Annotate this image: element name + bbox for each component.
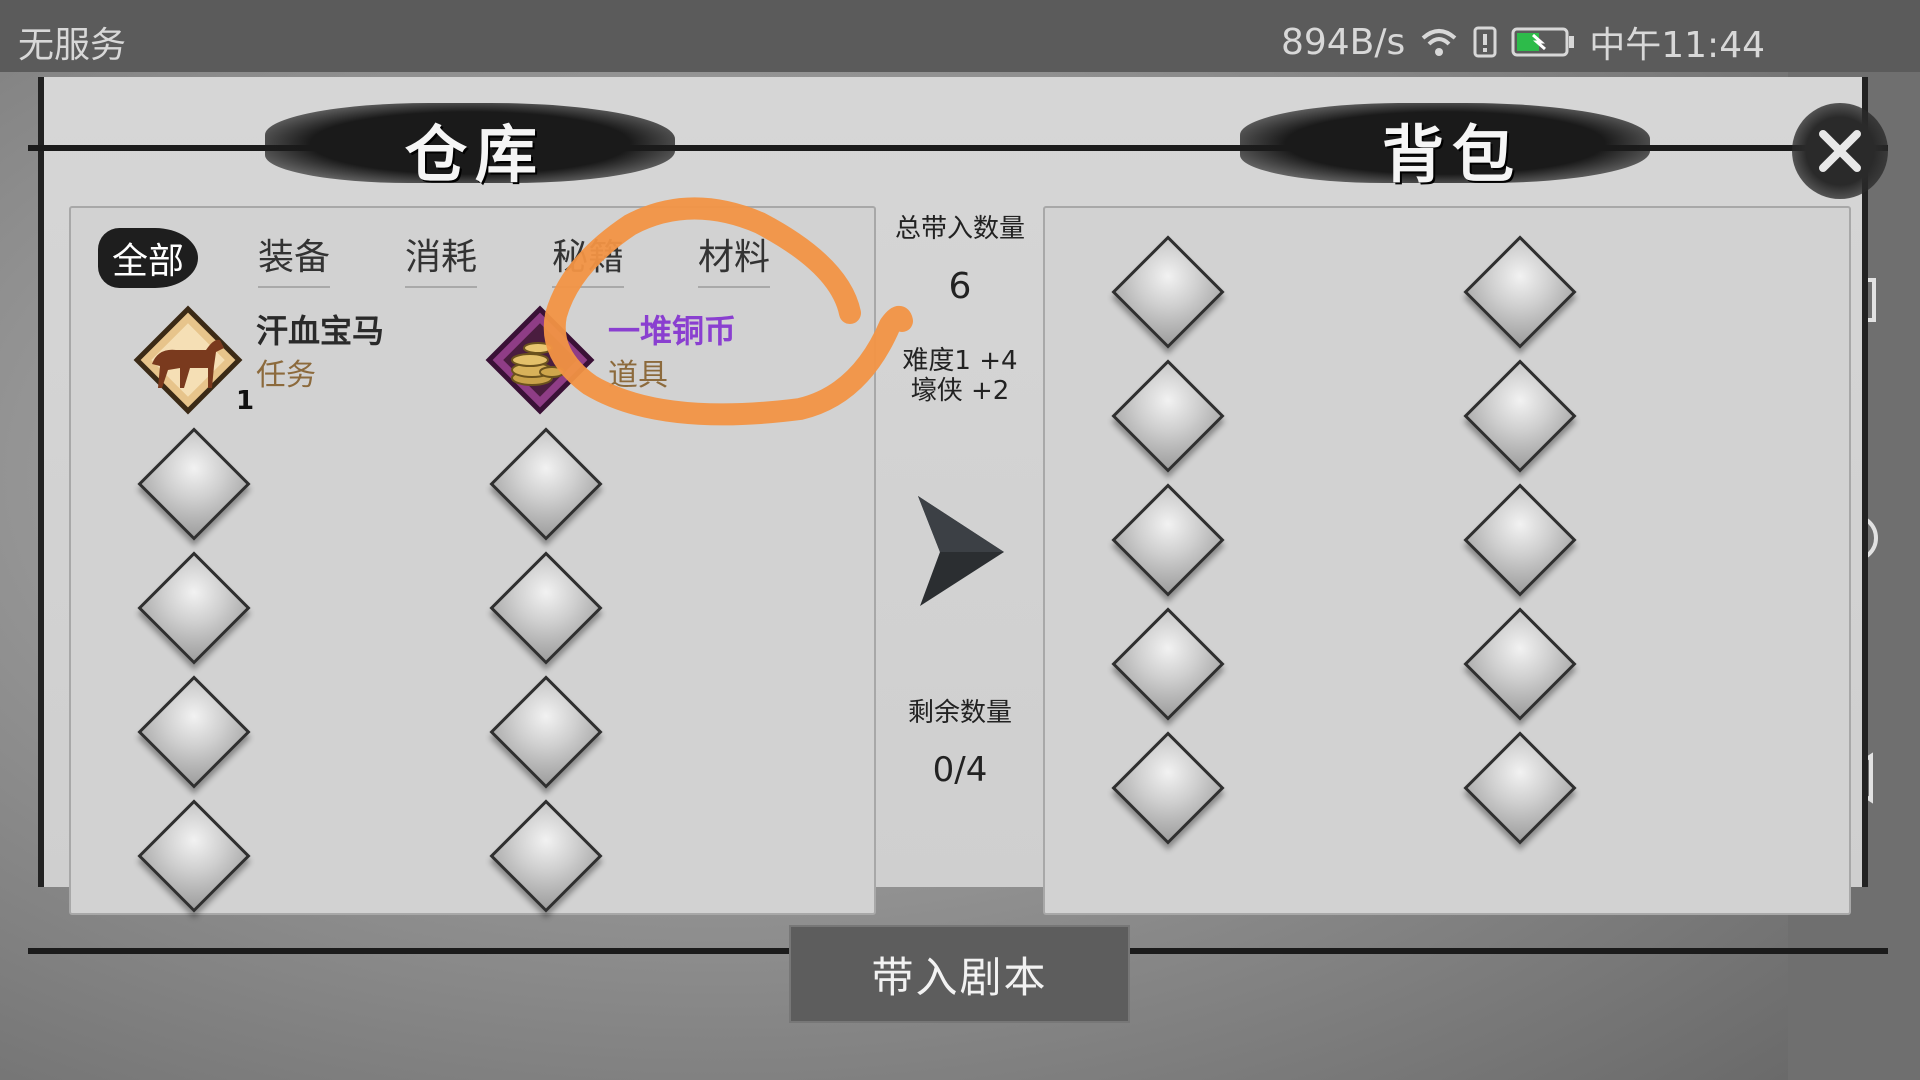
warehouse-empty-slot[interactable] — [134, 796, 254, 916]
item-count: 1 — [236, 386, 255, 416]
backpack-empty-slot[interactable] — [1108, 480, 1228, 600]
close-icon — [1819, 130, 1861, 172]
total-carry-label: 总带入数量 — [894, 214, 1025, 244]
backpack-empty-slot[interactable] — [1108, 356, 1228, 476]
backpack-empty-slot[interactable] — [1460, 356, 1580, 476]
net-speed: 894B/s — [1280, 21, 1406, 63]
remaining-label: 剩余数量 — [907, 698, 1012, 728]
warehouse-empty-slot[interactable] — [134, 424, 254, 544]
warehouse-empty-slot[interactable] — [134, 672, 254, 792]
tab-consumables[interactable]: 消耗 — [405, 228, 478, 288]
item-type: 任务 — [256, 358, 316, 393]
warehouse-item-horse[interactable]: 1 汗血宝马 任务 — [128, 300, 458, 420]
backpack-title: 背包 — [1382, 118, 1523, 191]
warehouse-empty-slot[interactable] — [486, 796, 606, 916]
transfer-arrow-icon — [918, 496, 1004, 606]
tab-all[interactable]: 全部 — [98, 228, 199, 288]
backpack-empty-slot[interactable] — [1460, 480, 1580, 600]
carrier-text: 无服务 — [18, 25, 127, 66]
warehouse-empty-slot[interactable] — [486, 424, 606, 544]
item-name: 汗血宝马 — [256, 312, 385, 350]
backpack-empty-slot[interactable] — [1460, 232, 1580, 352]
battery-icon — [1511, 27, 1575, 57]
annotation-scribble — [543, 197, 913, 426]
bring-into-scenario-button[interactable]: 带入剧本 — [789, 925, 1130, 1023]
close-button[interactable] — [1792, 103, 1888, 199]
warehouse-title: 仓库 — [405, 118, 546, 191]
tab-equipment[interactable]: 装备 — [258, 228, 331, 288]
warehouse-empty-slot[interactable] — [486, 548, 606, 668]
status-right: 894B/s 中午11:44 — [1281, 16, 1765, 68]
bonus-line: 壕侠 +2 — [910, 376, 1010, 406]
backpack-empty-slot[interactable] — [1460, 604, 1580, 724]
wifi-icon — [1419, 26, 1459, 58]
warehouse-empty-slot[interactable] — [486, 672, 606, 792]
backpack-empty-slot[interactable] — [1108, 604, 1228, 724]
status-bar: 无服务 894B/s 中午11:44 — [0, 0, 1920, 72]
backpack-empty-slot[interactable] — [1460, 728, 1580, 848]
clock: 中午11:44 — [1589, 25, 1765, 66]
sim-alert-icon — [1473, 26, 1497, 58]
horse-icon — [133, 305, 243, 415]
warehouse-empty-slot[interactable] — [134, 548, 254, 668]
remaining-value: 0/4 — [932, 750, 988, 790]
total-carry-value: 6 — [948, 266, 972, 307]
backpack-empty-slot[interactable] — [1108, 232, 1228, 352]
backpack-empty-slot[interactable] — [1108, 728, 1228, 848]
